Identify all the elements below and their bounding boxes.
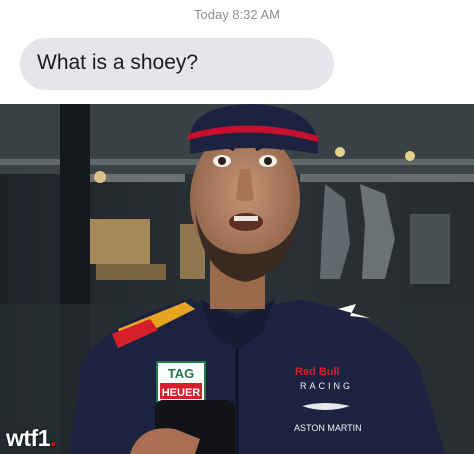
watermark-dot: . <box>50 425 56 451</box>
incoming-message-bubble[interactable]: What is a shoey? <box>20 38 334 90</box>
heuer-text: HEUER <box>162 387 201 399</box>
light-2 <box>94 171 106 183</box>
shelf-right <box>300 174 474 182</box>
light-3 <box>335 147 345 157</box>
left-pupil <box>218 157 226 165</box>
aston-martin-text: ASTON MARTIN <box>294 423 362 433</box>
trophy-base <box>96 264 166 280</box>
mouth <box>229 213 263 231</box>
display-case <box>410 214 450 284</box>
trophy-display-left <box>90 219 150 264</box>
tag-text: TAG <box>168 366 194 381</box>
right-pupil <box>264 157 272 165</box>
message-header: Today 8:32 AM What is a shoey? <box>0 0 474 104</box>
watermark-brand: wtf1 <box>6 425 51 451</box>
photo-illustration: TAG HEUER Red Bull RACING ASTON MARTIN <box>0 104 474 454</box>
racing-text: RACING <box>300 381 353 391</box>
message-timestamp: Today 8:32 AM <box>194 7 280 22</box>
tag-heuer-logo: TAG HEUER <box>156 361 206 403</box>
reaction-photo: TAG HEUER Red Bull RACING ASTON MARTIN <box>0 104 474 454</box>
message-text: What is a shoey? <box>37 51 199 74</box>
teeth <box>234 216 258 221</box>
light-4 <box>405 151 415 161</box>
redbull-text: Red Bull <box>295 366 340 378</box>
wtf1-watermark: wtf1. <box>6 425 56 452</box>
